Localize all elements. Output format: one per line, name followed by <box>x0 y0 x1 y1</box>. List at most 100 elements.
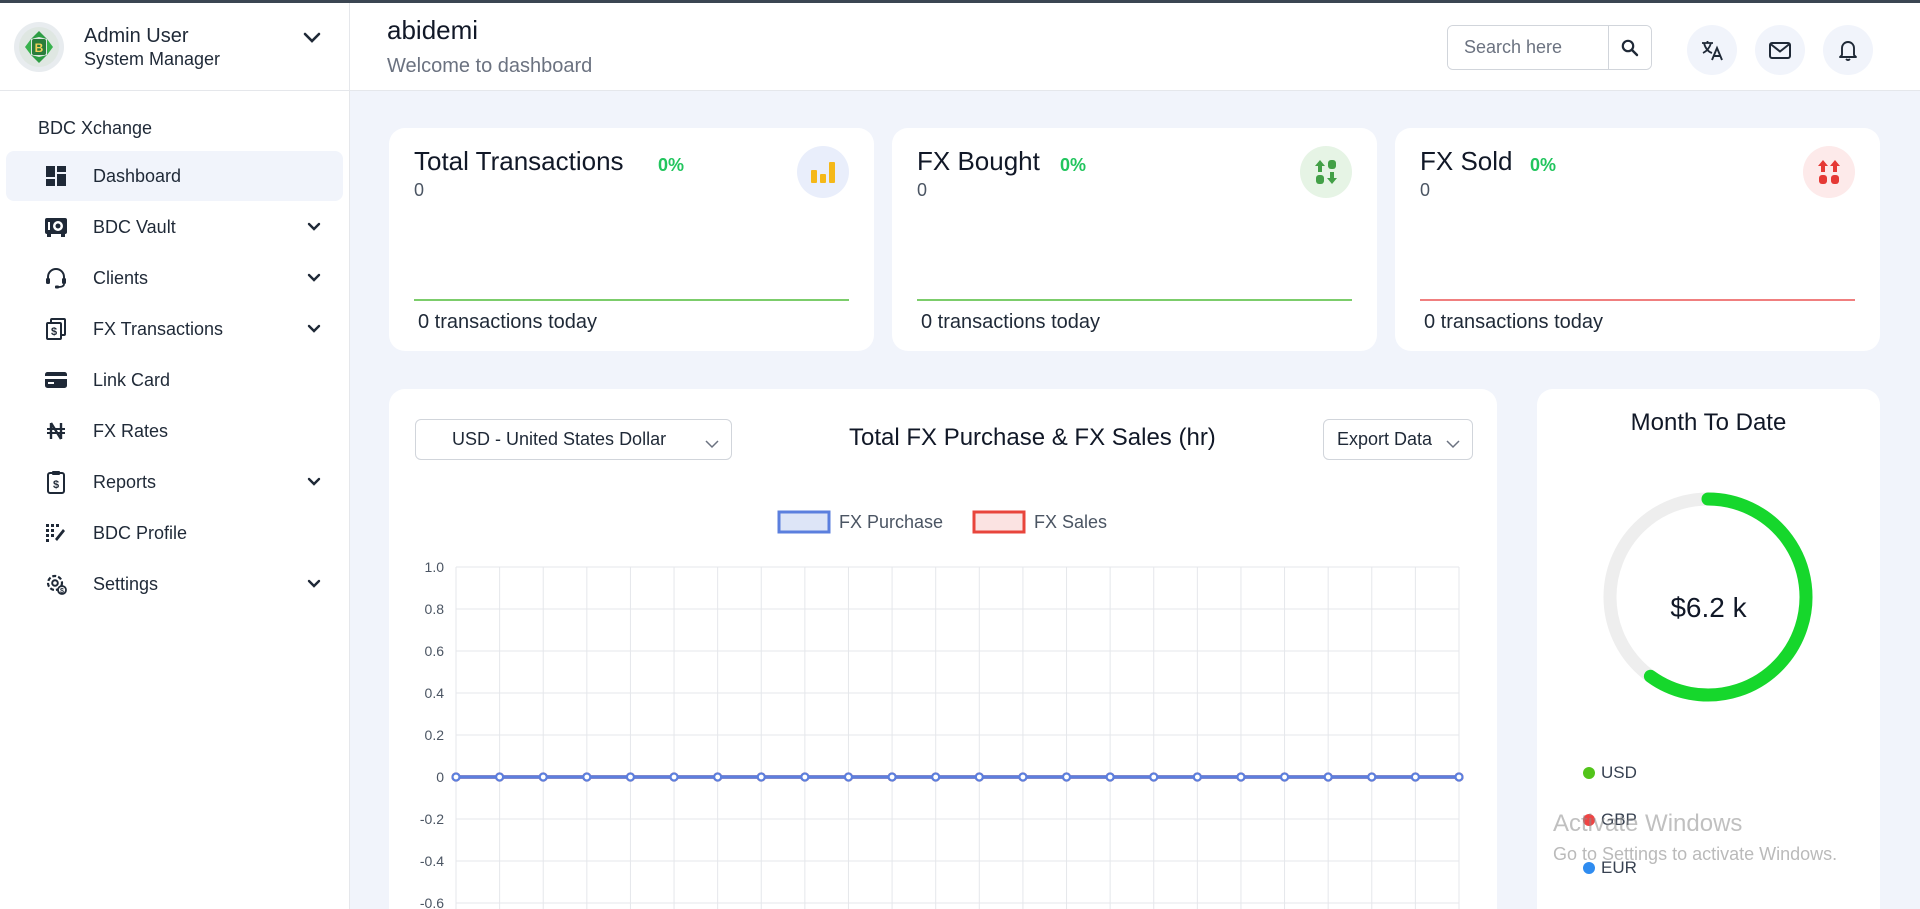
search-input[interactable] <box>1448 26 1608 69</box>
user-name: Admin User <box>84 24 189 47</box>
top-header: abidemi Welcome to dashboard <box>350 3 1920 91</box>
user-role: System Manager <box>84 48 221 69</box>
user-menu[interactable]: B Admin User System Manager <box>0 3 349 91</box>
sidebar: B Admin User System Manager BDC Xchange … <box>0 3 350 909</box>
svg-text:B: B <box>35 41 44 55</box>
card-trend-line <box>917 299 1352 301</box>
data-point <box>1018 772 1028 782</box>
data-point <box>887 772 897 782</box>
translate-icon <box>1702 41 1723 61</box>
data-point <box>1279 772 1290 782</box>
y-tick-label: -0.6 <box>420 895 444 909</box>
chevron-down-icon[interactable] <box>303 31 321 49</box>
legend-label: FX Purchase <box>839 512 943 532</box>
data-point <box>1149 772 1159 782</box>
sidebar-item-dashboard[interactable]: Dashboard <box>6 151 343 201</box>
chevron-down-icon <box>307 219 321 237</box>
sidebar-item-label: Settings <box>93 573 159 594</box>
sell-arrows-icon <box>1803 146 1855 198</box>
sidebar-item-label: Clients <box>93 267 149 288</box>
sidebar-item-link-card[interactable]: Link Card <box>6 355 343 405</box>
data-point <box>1192 772 1202 782</box>
legend-label: FX Sales <box>1034 512 1107 532</box>
chevron-down-icon <box>307 474 321 492</box>
messages-button[interactable] <box>1755 25 1805 75</box>
vault-icon <box>44 215 68 239</box>
card-value: 0 <box>414 180 425 200</box>
chevron-down-icon <box>307 270 321 288</box>
card-title: FX Bought <box>917 146 1040 176</box>
data-point <box>582 772 592 782</box>
card-trend-line <box>414 299 849 301</box>
logo-icon: B <box>19 26 59 67</box>
data-point <box>1323 772 1333 782</box>
transactions-icon: $ <box>44 317 68 341</box>
card-value: 0 <box>917 180 928 200</box>
windows-watermark-subtitle: Go to Settings to activate Windows. <box>1553 844 1838 864</box>
data-point <box>1061 772 1072 782</box>
legend-dot <box>1583 767 1595 779</box>
card-trend-line <box>1420 299 1855 301</box>
stat-card-fx-sold: FX Sold 0% 0 0 transactions today <box>1395 128 1880 351</box>
data-point <box>713 772 723 782</box>
data-point <box>931 772 941 782</box>
data-point <box>1410 772 1420 782</box>
mail-icon <box>1769 41 1791 59</box>
sidebar-item-label: BDC Profile <box>93 522 188 543</box>
chevron-down-icon <box>307 321 321 339</box>
data-point <box>1105 772 1115 782</box>
sidebar-item-fx-rates[interactable]: FX Rates <box>6 406 343 456</box>
mtd-title: Month To Date <box>1630 409 1787 436</box>
page-subtitle: Welcome to dashboard <box>387 55 593 77</box>
bell-icon <box>1839 41 1857 61</box>
card-percentage: 0% <box>1060 155 1087 175</box>
sidebar-item-clients[interactable]: Clients <box>6 253 343 303</box>
fx-chart-panel: USD - United States Dollar Total FX Purc… <box>389 389 1497 909</box>
notifications-button[interactable] <box>1823 25 1873 75</box>
y-tick-label: 0.8 <box>425 601 445 617</box>
brand-label: BDC Xchange <box>38 118 153 138</box>
sidebar-item-settings[interactable]: $ Settings <box>6 559 343 609</box>
data-point <box>800 772 810 782</box>
sidebar-item-label: Link Card <box>93 369 171 390</box>
stat-card-fx-bought: FX Bought 0% 0 0 transactions today <box>892 128 1377 351</box>
sidebar-item-bdc-profile[interactable]: BDC Profile <box>6 508 343 558</box>
sidebar-nav: Dashboard BDC Vault Clients $ FX Transac… <box>0 151 349 609</box>
y-tick-label: 0.2 <box>425 727 445 743</box>
chevron-down-icon <box>307 576 321 594</box>
card-percentage: 0% <box>658 155 685 175</box>
headset-icon <box>44 266 68 290</box>
card-title: Total Transactions <box>414 146 624 176</box>
translate-button[interactable] <box>1687 25 1737 75</box>
data-point <box>1236 772 1246 782</box>
search-button[interactable] <box>1608 26 1651 69</box>
sidebar-item-bdc-vault[interactable]: BDC Vault <box>6 202 343 252</box>
data-point <box>1454 772 1464 782</box>
data-point <box>625 772 636 782</box>
card-footer: 0 transactions today <box>1424 311 1603 333</box>
page-title: abidemi <box>387 15 479 45</box>
stat-card-total-transactions: Total Transactions 0% 0 0 transactions t… <box>389 128 874 351</box>
report-icon: $ <box>44 470 68 494</box>
data-point <box>974 772 984 782</box>
legend-swatch <box>972 510 1026 534</box>
avatar: B <box>14 21 64 72</box>
search-box <box>1447 25 1652 70</box>
card-footer: 0 transactions today <box>418 311 597 333</box>
card-title: FX Sold <box>1420 146 1513 176</box>
sidebar-item-label: FX Transactions <box>93 318 224 339</box>
sidebar-item-label: Dashboard <box>93 165 182 186</box>
buy-arrows-icon <box>1300 146 1352 198</box>
sidebar-item-label: BDC Vault <box>93 216 176 237</box>
data-point <box>495 772 505 782</box>
card-percentage: 0% <box>1530 155 1557 175</box>
svg-text:$: $ <box>53 479 59 491</box>
y-tick-label: 0 <box>436 769 444 785</box>
y-tick-label: 1.0 <box>425 559 445 575</box>
data-point <box>1367 772 1377 782</box>
y-tick-label: -0.2 <box>420 811 444 827</box>
windows-watermark-title: Activate Windows <box>1553 810 1743 837</box>
sidebar-item-reports[interactable]: $ Reports <box>6 457 343 507</box>
sidebar-item-fx-transactions[interactable]: $ FX Transactions <box>6 304 343 354</box>
naira-icon <box>44 419 68 443</box>
